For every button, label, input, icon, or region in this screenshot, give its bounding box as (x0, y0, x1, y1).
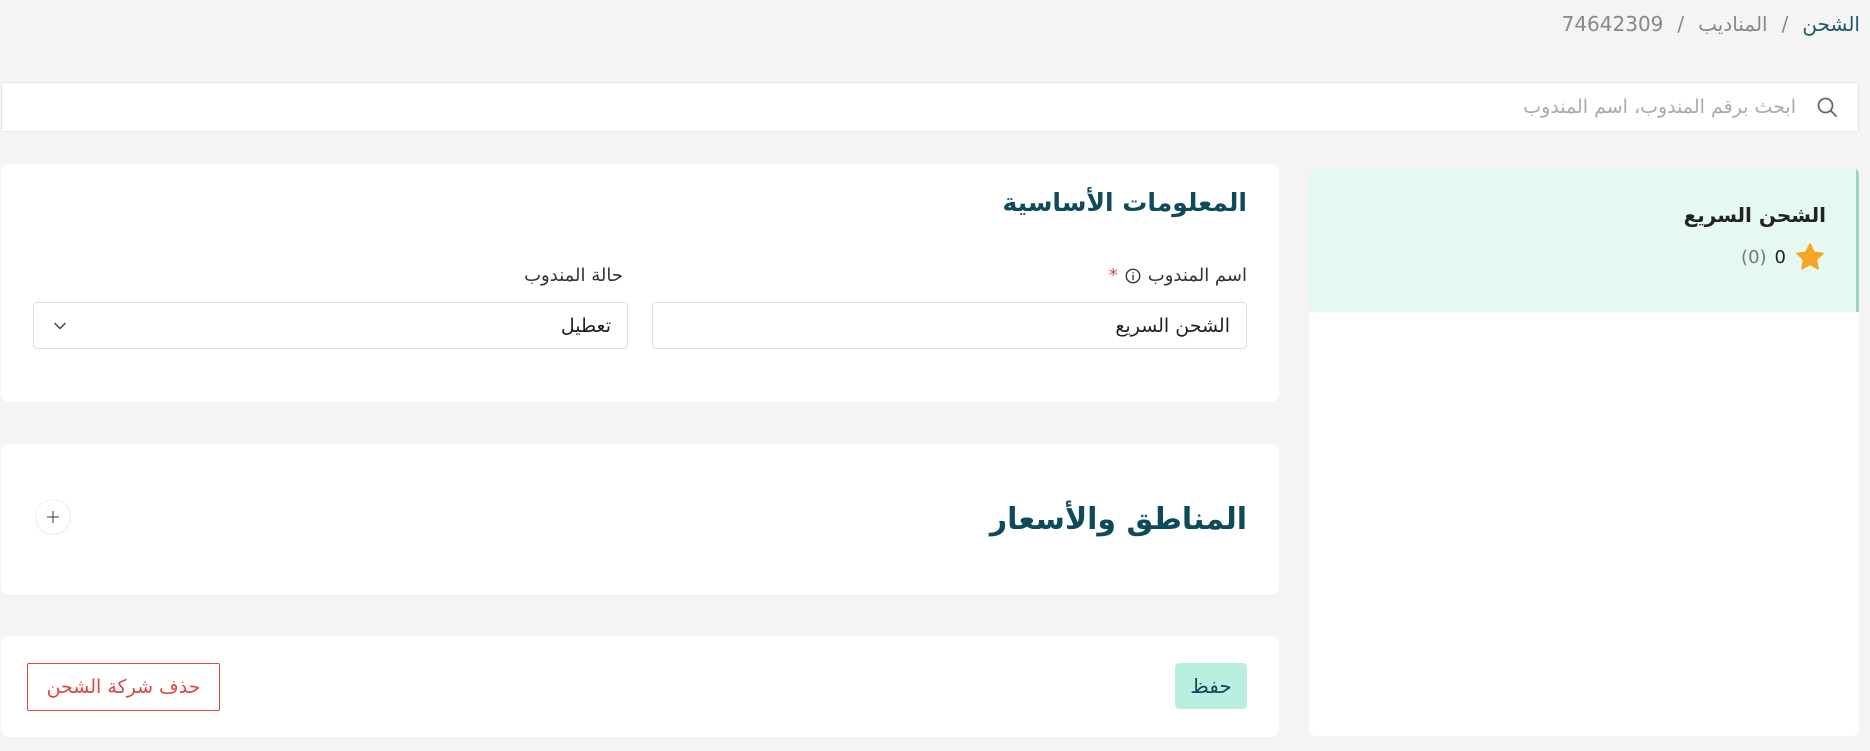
plus-icon (47, 511, 59, 523)
agent-name-label: اسم المندوب * (1109, 265, 1247, 286)
carrier-list: الشحن السريع 0 (0) (1309, 167, 1859, 736)
basic-info-panel: المعلومات الأساسية اسم المندوب * حالة ال… (1, 164, 1279, 402)
info-icon[interactable] (1124, 267, 1142, 285)
carrier-rating: 0 (0) (1339, 241, 1826, 273)
carrier-list-item[interactable]: الشحن السريع 0 (0) (1309, 167, 1859, 312)
chevron-down-icon (54, 322, 66, 329)
carrier-name: الشحن السريع (1683, 203, 1826, 227)
breadcrumb: الشحن / المناديب / 74642309 (1562, 12, 1860, 36)
star-icon (1796, 243, 1824, 270)
basic-info-title: المعلومات الأساسية (1002, 188, 1247, 217)
agent-name-field-wrapper (652, 302, 1247, 349)
breadcrumb-separator: / (1781, 12, 1789, 36)
agent-name-field[interactable] (669, 314, 1230, 337)
required-mark: * (1108, 265, 1118, 286)
agent-status-select[interactable]: تعطيل (33, 302, 628, 349)
zones-prices-title: المناطق والأسعار (989, 502, 1247, 537)
add-zone-button[interactable] (35, 499, 71, 535)
delete-carrier-button[interactable]: حذف شركة الشحن (27, 663, 220, 711)
zones-prices-panel: المناطق والأسعار (1, 444, 1279, 595)
rating-value: 0 (1774, 246, 1786, 268)
rating-count: (0) (1741, 246, 1767, 268)
agent-name-label-text: اسم المندوب (1147, 265, 1247, 286)
breadcrumb-current: 74642309 (1561, 12, 1664, 36)
breadcrumb-agents-link[interactable]: المناديب (1698, 12, 1767, 36)
breadcrumb-separator: / (1677, 12, 1685, 36)
search-icon (1814, 94, 1840, 120)
save-button[interactable]: حفظ (1175, 663, 1247, 709)
search-bar (1, 82, 1859, 132)
agent-status-value: تعطيل (560, 314, 611, 337)
agent-status-label: حالة المندوب (524, 265, 623, 286)
search-input[interactable] (2, 96, 1796, 118)
breadcrumb-shipping-link[interactable]: الشحن (1802, 12, 1860, 36)
actions-panel: حفظ حذف شركة الشحن (1, 636, 1279, 737)
